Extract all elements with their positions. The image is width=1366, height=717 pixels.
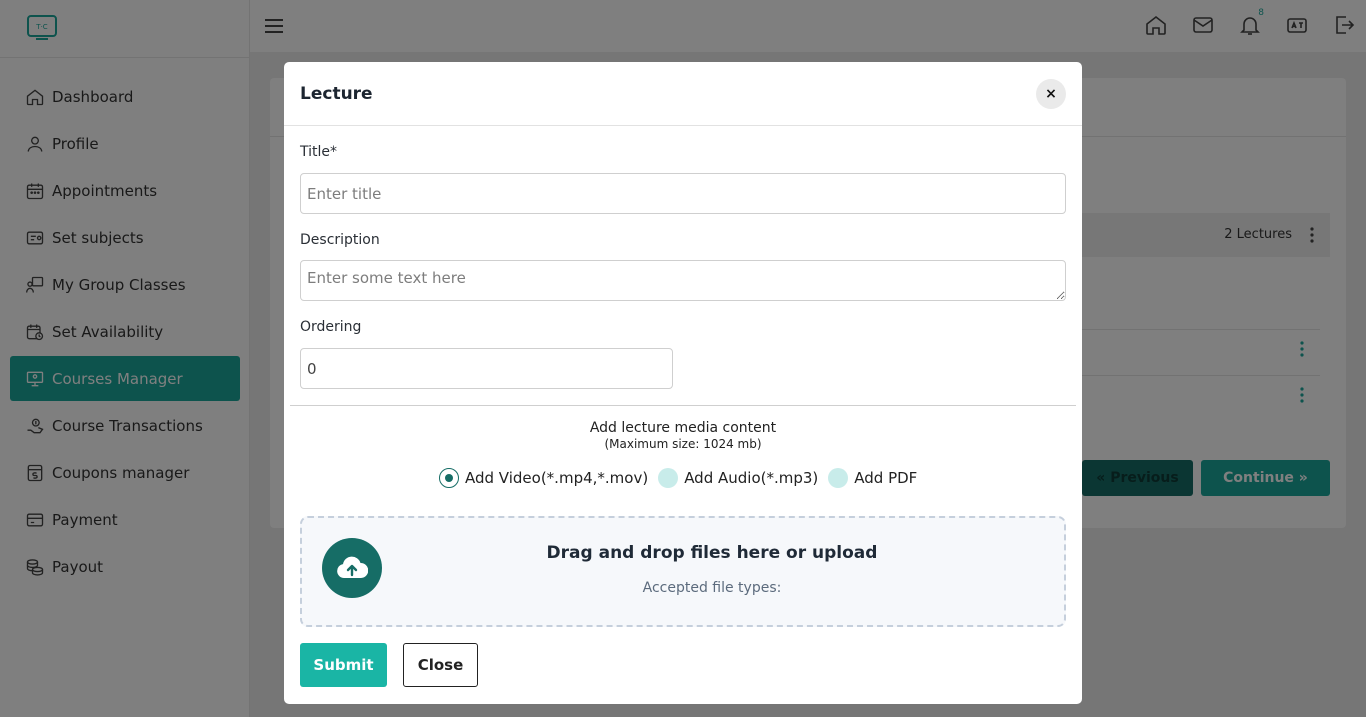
media-heading: Add lecture media content [589,420,777,436]
modal-title: Lecture [300,84,373,104]
radio-selected-indicator[interactable] [439,468,459,488]
media-type-radio-group: Add Video(*.mp4,*.mov) Add Audio(*.mp3) … [439,468,927,488]
section-divider [290,405,1076,406]
radio-add-video[interactable]: Add Video(*.mp4,*.mov) [439,468,648,488]
submit-button[interactable]: Submit [300,643,387,687]
media-subheading: (Maximum size: 1024 mb) [604,437,762,451]
dropzone-title: Drag and drop files here or upload [546,543,878,563]
close-button[interactable]: Close [403,643,478,687]
close-icon[interactable]: × [1036,79,1066,109]
ordering-label: Ordering [300,319,362,335]
ordering-input[interactable] [300,348,673,389]
modal-header-divider [284,125,1082,126]
radio-label: Add Audio(*.mp3) [684,469,819,487]
radio-add-audio[interactable]: Add Audio(*.mp3) [658,468,818,488]
description-input[interactable] [300,260,1066,301]
radio-label: Add Video(*.mp4,*.mov) [465,469,649,487]
radio-indicator[interactable] [828,468,849,488]
title-label: Title* [300,144,338,160]
description-label: Description [300,232,380,248]
radio-add-pdf[interactable]: Add PDF [828,468,917,488]
title-input[interactable] [300,173,1066,214]
lecture-modal: Lecture × Title* Description Ordering Ad… [284,62,1082,704]
dropzone-subtitle: Accepted file types: [642,580,782,596]
radio-indicator[interactable] [658,468,679,488]
radio-label: Add PDF [854,469,918,487]
file-dropzone[interactable]: Drag and drop files here or upload Accep… [300,516,1066,627]
